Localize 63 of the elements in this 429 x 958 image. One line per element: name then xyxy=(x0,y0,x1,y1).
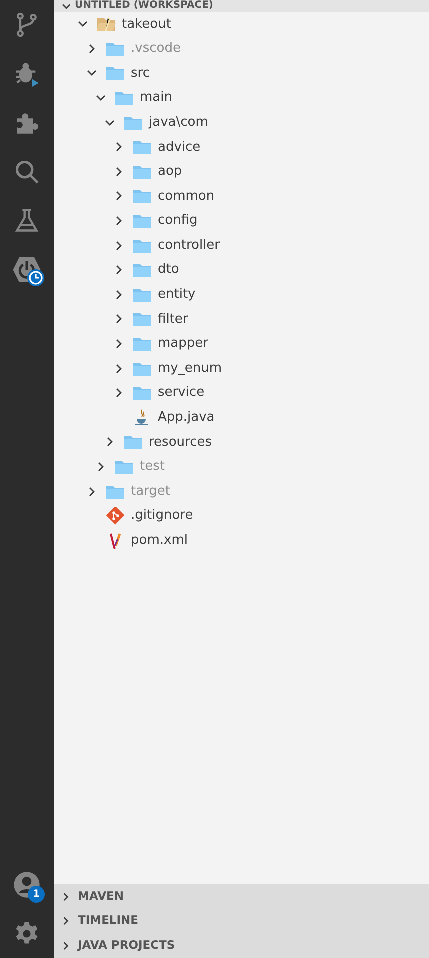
panel-header[interactable]: TIMELINE xyxy=(54,908,429,934)
folder-item[interactable]: advice xyxy=(54,134,429,160)
search-icon xyxy=(14,158,40,184)
notification-count: 1 xyxy=(28,886,45,903)
folder-icon xyxy=(132,187,152,206)
folder-icon xyxy=(132,138,152,156)
settings-icon xyxy=(14,920,40,946)
folder-item[interactable]: dto xyxy=(54,258,429,283)
file-name: mapper xyxy=(158,335,208,354)
account-button[interactable]: 1 xyxy=(0,860,54,909)
file-name: common xyxy=(158,188,215,206)
folder-item[interactable]: resources xyxy=(54,430,429,455)
file-name: src xyxy=(131,64,150,83)
file-name: advice xyxy=(158,138,201,157)
file-name: pom.xml xyxy=(131,532,188,550)
file-name: filter xyxy=(158,310,188,329)
open-folder-icon xyxy=(96,15,116,34)
folder-icon xyxy=(132,212,152,230)
folder-icon xyxy=(132,261,152,280)
source-control-icon xyxy=(14,12,40,38)
file-item[interactable]: App.java xyxy=(54,406,429,430)
folder-item[interactable]: controller xyxy=(54,233,429,258)
debug-icon xyxy=(14,60,40,86)
file-name: .gitignore xyxy=(131,507,194,526)
file-name: test xyxy=(140,458,165,476)
folder-item[interactable]: takeout xyxy=(54,12,429,37)
file-name: App.java xyxy=(158,409,215,428)
folder-icon xyxy=(132,310,152,328)
folder-item[interactable]: aop xyxy=(54,160,429,184)
folder-item[interactable]: main xyxy=(54,86,429,110)
folder-item[interactable]: src xyxy=(54,61,429,86)
folder-icon xyxy=(132,335,152,354)
file-item[interactable]: pom.xml xyxy=(54,528,429,554)
file-name: my_enum xyxy=(158,360,222,378)
section-title: UNTITLED (WORKSPACE) xyxy=(75,0,214,12)
file-name: controller xyxy=(158,236,220,255)
file-name: java\com xyxy=(149,114,208,132)
file-name: .vscode xyxy=(131,40,181,58)
file-name: resources xyxy=(149,434,212,452)
folder-item[interactable]: common xyxy=(54,184,429,209)
panel-header[interactable]: MAVEN xyxy=(54,884,429,909)
file-name: service xyxy=(158,384,205,402)
folder-item[interactable]: service xyxy=(54,380,429,406)
file-name: takeout xyxy=(122,16,172,34)
file-item[interactable]: .gitignore xyxy=(54,504,429,528)
folder-icon xyxy=(132,384,152,402)
folder-icon xyxy=(114,89,134,108)
folder-item[interactable]: entity xyxy=(54,282,429,308)
file-name: target xyxy=(131,482,171,501)
folder-item[interactable]: filter xyxy=(54,307,429,332)
file-name: config xyxy=(158,212,198,230)
folder-item[interactable]: my_enum xyxy=(54,356,429,381)
folder-icon xyxy=(105,64,125,82)
file-name: entity xyxy=(158,286,196,304)
folder-item[interactable]: config xyxy=(54,208,429,234)
flask-icon xyxy=(14,208,40,234)
file-name: aop xyxy=(158,163,182,182)
file-name: main xyxy=(140,89,172,108)
folder-item[interactable]: mapper xyxy=(54,332,429,356)
folder-icon xyxy=(123,433,143,452)
file-name: dto xyxy=(158,261,180,280)
folder-item[interactable]: java\com xyxy=(54,110,429,135)
panel-header[interactable]: JAVA PROJECTS xyxy=(54,933,429,958)
